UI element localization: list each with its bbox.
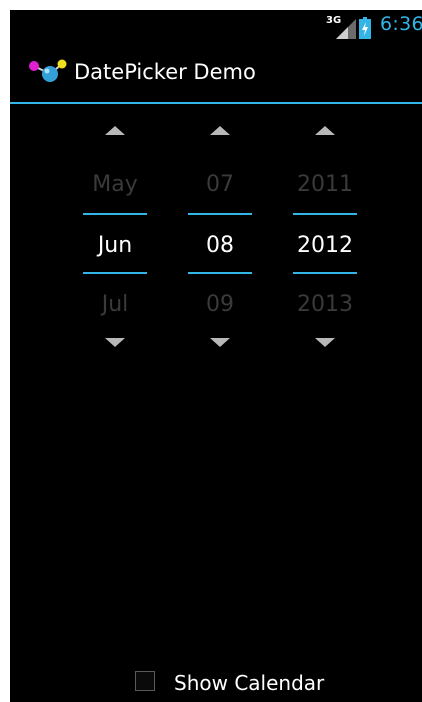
month-prev-value[interactable]: May (83, 172, 147, 197)
day-increment-icon[interactable] (210, 126, 230, 135)
status-bar: 3G 6:36 (10, 10, 422, 42)
day-divider-top (188, 213, 252, 215)
action-bar: DatePicker Demo (10, 42, 422, 104)
day-divider-bottom (188, 272, 252, 274)
year-current-value[interactable]: 2012 (293, 233, 357, 258)
day-spinner[interactable]: 07 08 09 (188, 104, 252, 374)
show-calendar-checkbox[interactable] (135, 671, 155, 691)
month-divider-bottom (83, 272, 147, 274)
year-spinner[interactable]: 2011 2012 2013 (293, 104, 357, 374)
month-increment-icon[interactable] (105, 126, 125, 135)
app-title: DatePicker Demo (74, 60, 256, 84)
day-prev-value[interactable]: 07 (188, 172, 252, 197)
month-spinner[interactable]: May Jun Jul (83, 104, 147, 374)
year-increment-icon[interactable] (315, 126, 335, 135)
day-decrement-icon[interactable] (210, 338, 230, 347)
app-logo-icon (29, 59, 67, 82)
day-next-value[interactable]: 09 (188, 292, 252, 317)
show-calendar-label[interactable]: Show Calendar (174, 671, 324, 695)
month-divider-top (83, 213, 147, 215)
year-divider-top (293, 213, 357, 215)
day-current-value[interactable]: 08 (188, 233, 252, 258)
year-divider-bottom (293, 272, 357, 274)
year-next-value[interactable]: 2013 (293, 292, 357, 317)
signal-icon (336, 19, 356, 39)
device-screen: 3G 6:36 DatePicker Demo May Jun Jul 07 0… (10, 10, 422, 702)
month-next-value[interactable]: Jul (83, 292, 147, 317)
year-prev-value[interactable]: 2011 (293, 172, 357, 197)
clock: 6:36 (380, 13, 422, 35)
battery-icon (359, 17, 371, 39)
month-decrement-icon[interactable] (105, 338, 125, 347)
month-current-value[interactable]: Jun (83, 233, 147, 258)
year-decrement-icon[interactable] (315, 338, 335, 347)
